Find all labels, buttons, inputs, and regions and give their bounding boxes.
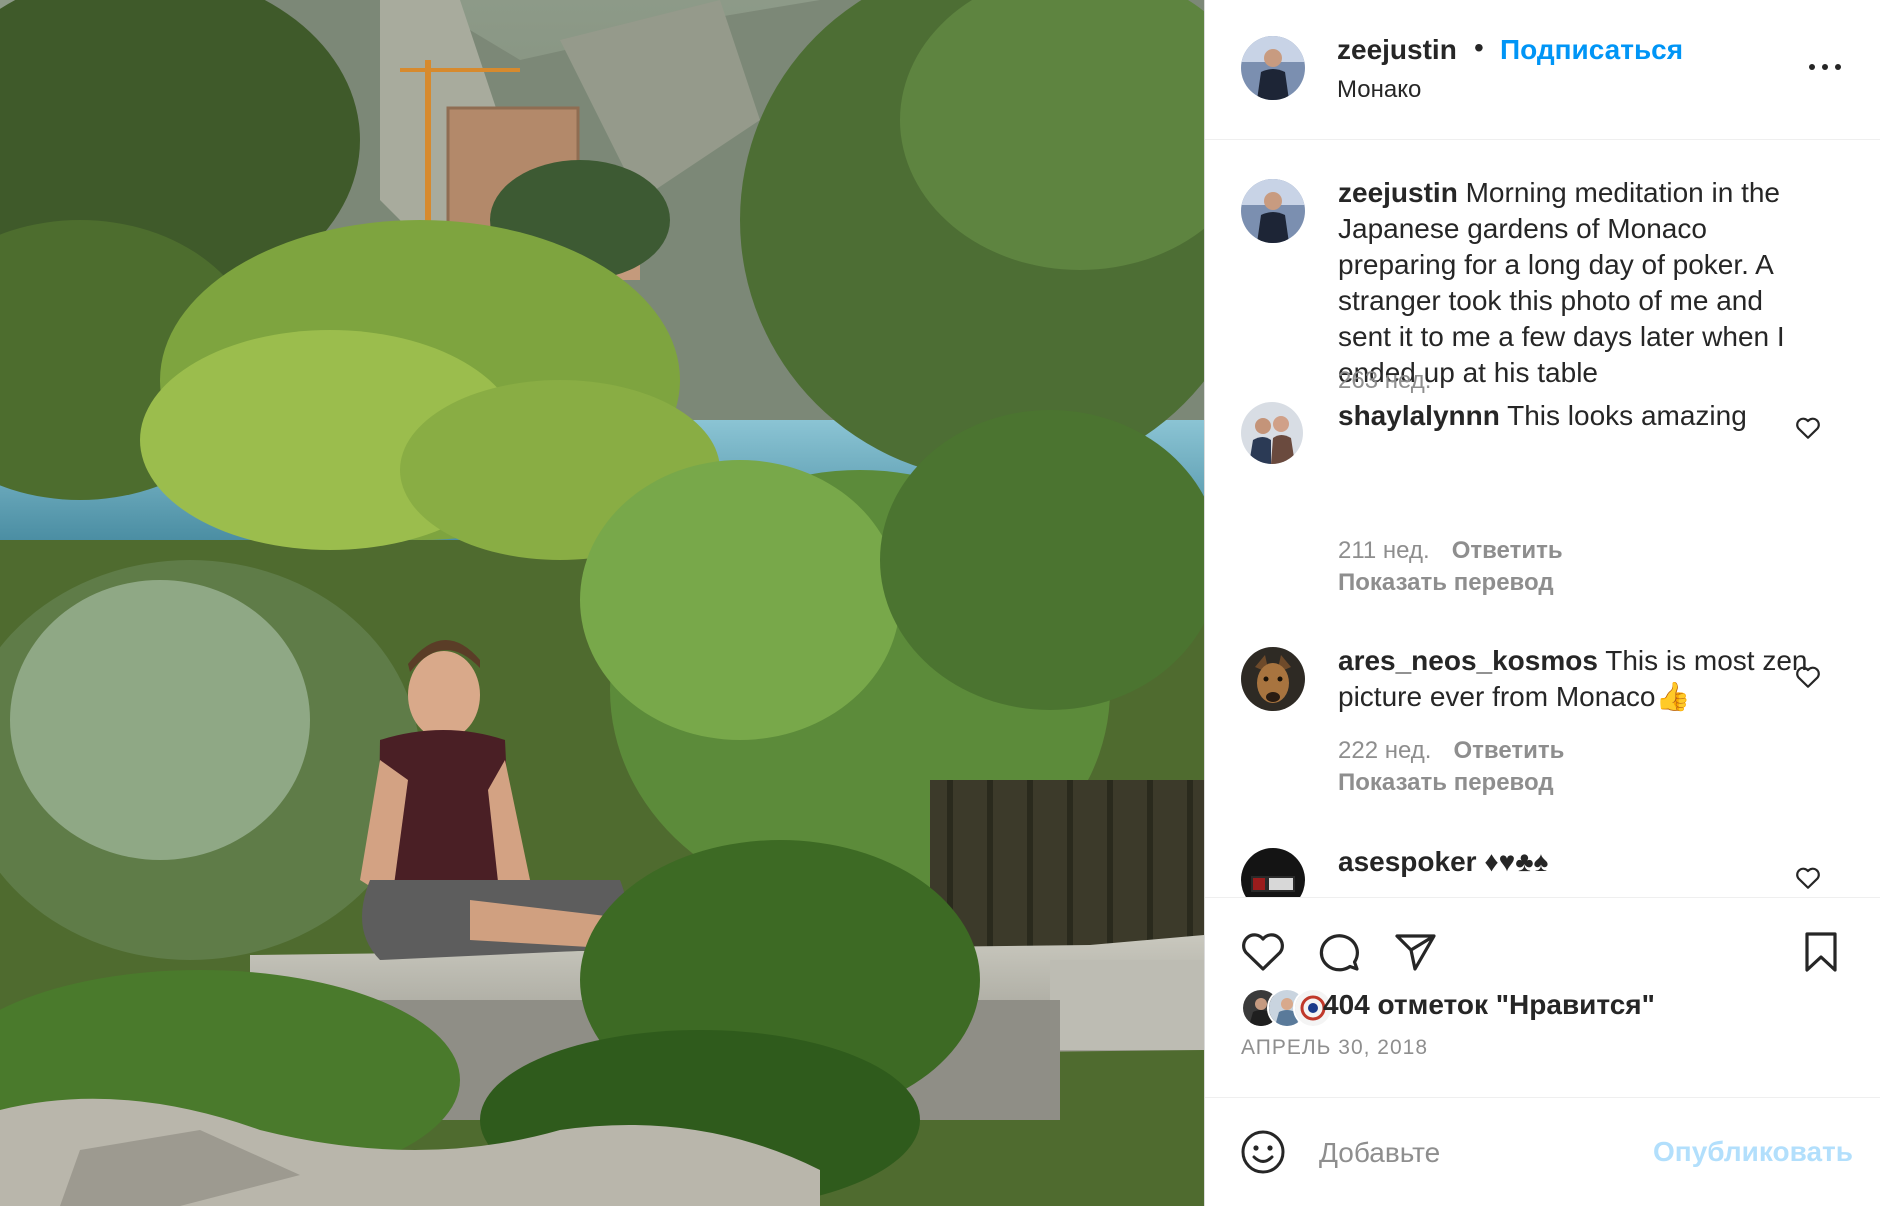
comment-time[interactable]: 222 нед. [1338,737,1431,764]
heart-outline-icon[interactable] [1795,866,1821,890]
comment-meta: 211 нед. Ответить [1338,537,1563,565]
reply-button[interactable]: Ответить [1453,737,1564,764]
comments-list[interactable]: zeejustin Morning meditation in the Japa… [1205,141,1880,897]
garden-meditation-photo [0,0,1204,1206]
author-username[interactable]: zeejustin [1337,34,1457,66]
heart-outline-icon[interactable] [1795,416,1821,440]
post-actions: 404 отметок "Нравится" АПРЕЛЬ 30, 2018 [1205,897,1880,1097]
bookmark-icon[interactable] [1797,928,1845,976]
comment-username[interactable]: asespoker [1338,846,1477,877]
post-location[interactable]: Монако [1337,76,1421,104]
comment-text: ♦♥♣♠ [1484,846,1549,877]
caption-text-block: zeejustin Morning meditation in the Japa… [1338,175,1818,391]
comment-text-block: shaylalynnn This looks amazing [1338,398,1818,434]
comment-bubble-icon[interactable] [1315,928,1363,976]
show-translation-button[interactable]: Показать перевод [1338,769,1554,797]
comment-username[interactable]: ares_neos_kosmos [1338,645,1598,676]
post-date[interactable]: АПРЕЛЬ 30, 2018 [1241,1036,1428,1060]
paper-plane-icon[interactable] [1391,928,1439,976]
comment-meta: 222 нед. Ответить [1338,737,1564,765]
comment-time[interactable]: 211 нед. [1338,537,1430,564]
commenter-avatar[interactable] [1241,647,1305,711]
comment-composer: Опубликовать [1205,1097,1880,1206]
commenter-avatar[interactable] [1241,402,1303,464]
caption-username[interactable]: zeejustin [1338,177,1458,208]
comment-username[interactable]: shaylalynnn [1338,400,1500,431]
instagram-post: zeejustin • Подписаться Монако zeejustin [0,0,1880,1206]
comment-text: This looks amazing [1507,400,1747,431]
likes-count[interactable]: 404 отметок "Нравится" [1323,989,1655,1021]
post-header: zeejustin • Подписаться Монако [1205,0,1880,140]
post-details-panel: zeejustin • Подписаться Монако zeejustin [1204,0,1880,1206]
caption-author-avatar[interactable] [1241,179,1305,243]
caption-text: Morning meditation in the Japanese garde… [1338,177,1785,388]
separator-dot: • [1474,32,1484,63]
commenter-avatar[interactable] [1241,848,1305,897]
heart-outline-icon[interactable] [1795,665,1821,689]
publish-button[interactable]: Опубликовать [1653,1136,1853,1168]
follow-button[interactable]: Подписаться [1500,34,1683,66]
author-avatar[interactable] [1241,36,1305,100]
emoji-smile-icon[interactable] [1239,1128,1287,1176]
heart-icon[interactable] [1239,928,1287,976]
comment-text-block: ares_neos_kosmos This is most zen pictur… [1338,643,1818,715]
caption-time[interactable]: 263 нед. [1338,367,1431,395]
post-photo[interactable] [0,0,1204,1206]
comment-text-block: asespoker ♦♥♣♠ [1338,844,1818,880]
show-translation-button[interactable]: Показать перевод [1338,569,1554,597]
reply-button[interactable]: Ответить [1452,537,1563,564]
more-horizontal-icon[interactable] [1805,58,1845,78]
